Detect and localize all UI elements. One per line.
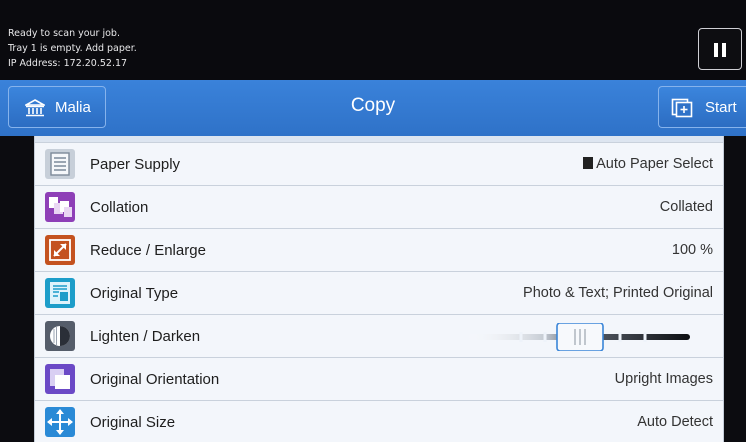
list-scroll-edge (35, 136, 723, 143)
feature-row-reduce-enlarge[interactable]: Reduce / Enlarge 100 % (35, 229, 723, 272)
feature-row-original-orientation[interactable]: Original Orientation Upright Images (35, 358, 723, 401)
status-line-tray: Tray 1 is empty. Add paper. (8, 43, 137, 54)
feature-row-collation[interactable]: Collation Collated (35, 186, 723, 229)
feature-value: Auto Paper Select (583, 156, 713, 172)
feature-label: Reduce / Enlarge (90, 242, 206, 259)
status-messages: Ready to scan your job. Tray 1 is empty.… (8, 26, 137, 71)
lighten-darken-icon (45, 321, 75, 351)
collation-icon (45, 192, 75, 222)
page-title: Copy (350, 95, 396, 116)
feature-value: Collated (659, 199, 713, 215)
slider-thumb[interactable] (556, 323, 604, 351)
feature-value-text: Auto Paper Select (596, 156, 713, 172)
feature-value: Photo & Text; Printed Original (523, 285, 713, 301)
feature-value: 100 % (671, 242, 713, 258)
feature-list: Paper Supply Auto Paper Select Collation… (34, 136, 724, 442)
feature-value: Auto Detect (637, 414, 713, 430)
pause-icon (714, 43, 718, 57)
original-size-icon (45, 407, 75, 437)
original-orientation-icon (45, 364, 75, 394)
feature-label: Paper Supply (90, 156, 181, 173)
feature-label: Collation (90, 199, 149, 216)
status-line-ip: IP Address: 172.20.52.17 (8, 58, 128, 69)
start-button[interactable]: Start (658, 86, 746, 128)
start-icon (671, 98, 693, 118)
reduce-enlarge-icon (45, 235, 75, 265)
feature-row-original-type[interactable]: Original Type Photo & Text; Printed Orig… (35, 272, 723, 315)
feature-label: Lighten / Darken (90, 328, 201, 345)
status-bar: Ready to scan your job. Tray 1 is empty.… (0, 0, 746, 80)
paper-tray-icon (583, 157, 594, 169)
paper-supply-icon (45, 149, 75, 179)
pause-icon-bar (722, 43, 726, 57)
lighten-darken-slider[interactable] (465, 323, 695, 351)
feature-row-original-size[interactable]: Original Size Auto Detect (35, 401, 723, 442)
pause-button[interactable] (698, 28, 742, 70)
feature-label: Original Type (90, 285, 179, 302)
original-type-icon (45, 278, 75, 308)
feature-row-lighten-darken[interactable]: Lighten / Darken (35, 315, 723, 358)
feature-label: Original Size (90, 414, 176, 431)
feature-row-paper-supply[interactable]: Paper Supply Auto Paper Select (35, 143, 723, 186)
status-line-ready: Ready to scan your job. (8, 28, 120, 39)
start-button-label: Start (705, 99, 737, 116)
feature-value: Upright Images (614, 371, 713, 387)
feature-label: Original Orientation (90, 371, 220, 388)
